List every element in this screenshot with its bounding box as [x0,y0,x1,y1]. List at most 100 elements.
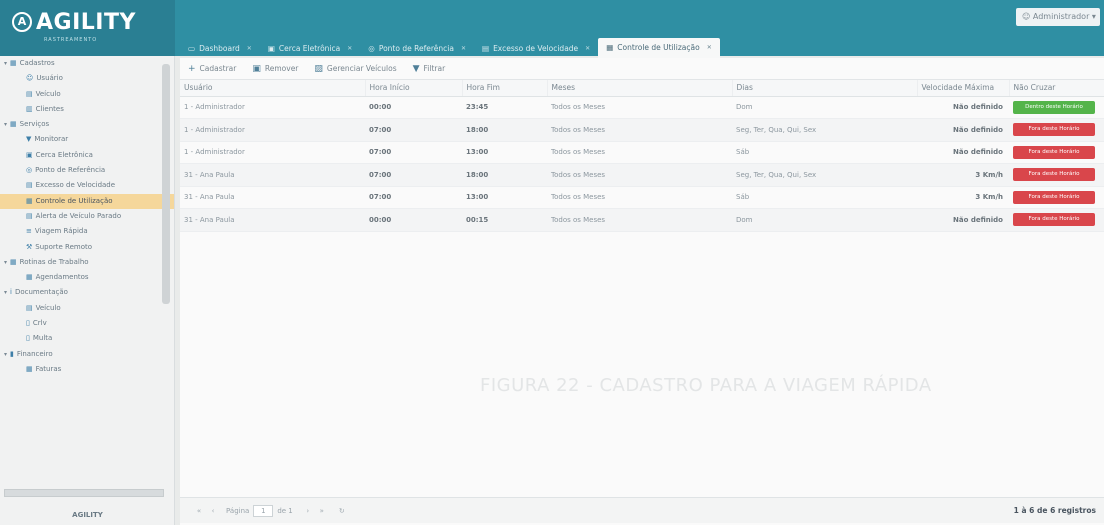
tab-4[interactable]: ▦ Controle de Utilização ✕ [598,38,720,58]
calendar-icon: ▦ [26,273,33,282]
cell-meses: Todos os Meses [547,163,732,187]
sidebar-item-1[interactable]: ☺ Usuário [0,71,174,86]
user-menu-button[interactable]: ☺ Administrador ▾ [1016,8,1100,26]
monitor-icon: ▭ [188,44,196,53]
sidebar-item-label: Usuário [36,74,63,83]
sidebar: ▾ ▦ Cadastros ☺ Usuário ▤ Veículo ▥ Clientes ▾ ▦ Se… [0,56,175,525]
prev-page-icon[interactable]: ‹ [206,507,220,515]
close-icon[interactable]: ✕ [347,40,352,58]
tab-3[interactable]: ▤ Excesso de Velocidade ✕ [474,40,598,58]
manage-vehicles-button[interactable]: ▨ Gerenciar Veículos [314,64,396,74]
sidebar-item-3[interactable]: ▥ Clientes [0,102,174,117]
brand-logo[interactable]: A AGILITY RASTREAMENTO [0,0,175,56]
table-row[interactable]: 1 - Administrador 00:00 23:45 Todos os Mese… [180,96,1104,119]
cell-usuario: 1 - Administrador [180,141,365,164]
table-body: 1 - Administrador 00:00 23:45 Todos os Mese… [180,96,1104,232]
column-header-hora-fim[interactable]: Hora Fim [462,80,548,97]
cell-cruzar: Fora deste Horário [1009,118,1104,142]
tab-0[interactable]: ▭ Dashboard ✕ [180,40,260,58]
sidebar-item-20[interactable]: ▦ Faturas [0,362,174,377]
remove-button[interactable]: ▣ Remover [252,64,298,74]
sidebar-item-label: Cerca Eletrônica [35,150,93,159]
table-row[interactable]: 31 - Ana Paula 07:00 13:00 Todos os Meses Sá… [180,186,1104,209]
sidebar-item-label: Ponto de Referência [35,166,106,175]
wrench-icon: ⚒ [26,242,33,251]
list-icon: ≡ [26,227,32,236]
tab-bar: ▭ Dashboard ✕ ▣ Cerca Eletrônica ✕ ◎ Ponto de R… [180,38,720,58]
sidebar-item-0[interactable]: ▾ ▦ Cadastros [0,56,174,71]
column-header-nao-cruzar[interactable]: Não Cruzar [1009,80,1104,97]
table-row[interactable]: 31 - Ana Paula 07:00 18:00 Todos os Meses Se… [180,163,1104,187]
cell-usuario: 31 - Ana Paula [180,163,365,187]
sidebar-item-5[interactable]: ▼ Monitorar [0,132,174,147]
cell-inicio: 00:00 [365,208,462,232]
cell-inicio: 07:00 [365,186,462,209]
user-label: Administrador [1032,12,1090,21]
sidebar-item-label: Excesso de Velocidade [35,181,116,190]
sidebar-item-label: Alerta de Veículo Parado [35,211,122,220]
sidebar-item-4[interactable]: ▾ ▦ Serviços [0,117,174,132]
cross-rule-badge: Fora deste Horário [1013,145,1095,159]
first-page-icon[interactable]: « [192,507,206,515]
sidebar-item-15[interactable]: ▾ i Documentação [0,285,174,300]
sidebar-item-10[interactable]: ▤ Alerta de Veículo Parado [0,209,174,224]
sidebar-item-18[interactable]: ▯ Multa [0,331,174,346]
sidebar-item-label: Cadastros [19,59,55,67]
sidebar-item-16[interactable]: ▤ Veículo [0,301,174,316]
info-icon: i [10,288,12,297]
column-header-dias[interactable]: Dias [732,80,918,97]
doc-icon: ▯ [26,334,30,343]
globe-icon: ◎ [368,44,375,53]
sidebar-item-2[interactable]: ▤ Veículo [0,87,174,102]
table-row[interactable]: 1 - Administrador 07:00 13:00 Todos os Mese… [180,141,1104,164]
table-row[interactable]: 1 - Administrador 07:00 18:00 Todos os Mese… [180,118,1104,142]
pin-icon: ▼ [26,135,32,144]
manage-vehicles-label: Gerenciar Veículos [326,64,397,73]
cell-inicio: 07:00 [365,118,462,142]
filter-button[interactable]: ▼ Filtrar [413,64,446,74]
sidebar-item-11[interactable]: ≡ Viagem Rápida [0,224,174,239]
sidebar-footer: AGILITY [72,511,103,519]
cell-cruzar: Fora deste Horário [1009,208,1104,232]
column-header-velocidade[interactable]: Velocidade Máxima [917,80,1010,97]
tab-label: Ponto de Referência [378,44,454,53]
close-icon[interactable]: ✕ [247,40,252,58]
cell-velocidade: Não definido [917,141,1009,164]
tab-2[interactable]: ◎ Ponto de Referência ✕ [360,40,474,58]
last-page-icon[interactable]: » [315,507,329,515]
sidebar-horizontal-scrollbar[interactable] [4,489,164,497]
sidebar-item-6[interactable]: ▣ Cerca Eletrônica [0,148,174,163]
column-header-meses[interactable]: Meses [547,80,733,97]
cell-fim: 23:45 [462,96,547,119]
close-icon[interactable]: ✕ [461,40,466,58]
sidebar-item-14[interactable]: ▦ Agendamentos [0,270,174,285]
sidebar-item-7[interactable]: ◎ Ponto de Referência [0,163,174,178]
cell-inicio: 00:00 [365,96,462,119]
sidebar-item-13[interactable]: ▾ ▦ Rotinas de Trabalho [0,255,174,270]
cell-dias: Sáb [732,186,917,209]
column-header-usuario[interactable]: Usuário [180,80,366,97]
sidebar-item-label: Veículo [35,89,61,98]
refresh-icon[interactable]: ↻ [335,507,349,515]
cell-fim: 13:00 [462,141,547,164]
sidebar-item-8[interactable]: ▤ Excesso de Velocidade [0,178,174,193]
close-icon[interactable]: ✕ [707,39,712,57]
sidebar-item-19[interactable]: ▾ ▮ Financeiro [0,347,174,362]
sidebar-item-17[interactable]: ▯ Crlv [0,316,174,331]
cell-dias: Dom [732,208,917,232]
tab-label: Excesso de Velocidade [493,44,579,53]
sidebar-scrollbar[interactable] [162,64,170,304]
add-button[interactable]: + Cadastrar [188,64,236,74]
table-row[interactable]: 31 - Ana Paula 00:00 00:15 Todos os Meses Do… [180,208,1104,232]
page-input[interactable]: 1 [253,504,274,517]
close-icon[interactable]: ✕ [585,40,590,58]
tab-1[interactable]: ▣ Cerca Eletrônica ✕ [260,40,360,58]
brand-name: AGILITY [36,10,136,35]
sidebar-item-12[interactable]: ⚒ Suporte Remoto [0,240,174,255]
cross-rule-badge: Fora deste Horário [1013,123,1095,137]
chevron-down-icon: ▾ [1091,12,1096,21]
next-page-icon[interactable]: › [301,507,315,515]
sidebar-item-9[interactable]: ▦ Controle de Utilização [0,193,174,209]
chart-icon: ▮ [10,349,14,358]
column-header-hora-inicio[interactable]: Hora Início [365,80,463,97]
